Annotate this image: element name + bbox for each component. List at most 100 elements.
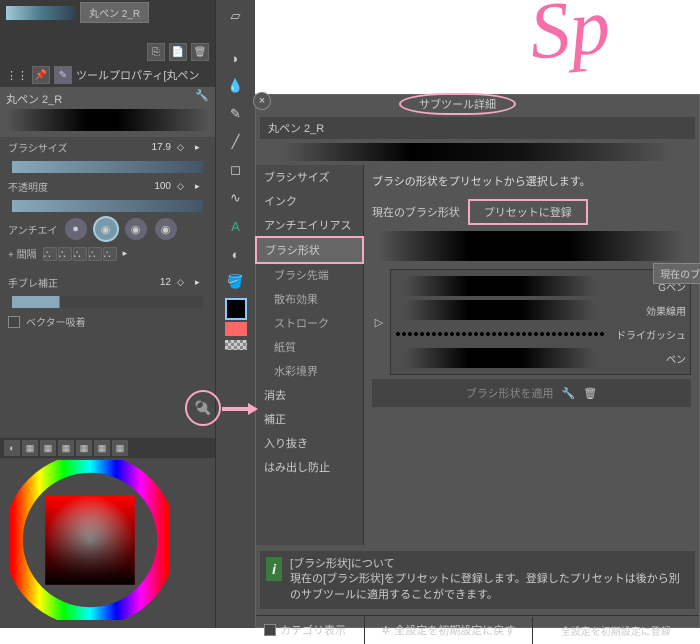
category-item[interactable]: インク [256, 189, 363, 213]
stepper-icon[interactable]: ◇ [177, 181, 189, 193]
stepper-icon[interactable]: ◇ [177, 142, 189, 154]
canvas-stroke-1: Sp [526, 0, 700, 88]
line-icon[interactable]: ╱ [224, 130, 248, 154]
eraser-tool-icon[interactable]: ▱ [224, 4, 248, 28]
category-description: ブラシの形状をプリセットから選択します。 [372, 173, 691, 189]
category-item[interactable]: 水彩境界 [256, 359, 363, 383]
category-item[interactable]: 散布効果 [256, 287, 363, 311]
delete-icon[interactable]: 🗑 [191, 43, 209, 61]
brush-name: 丸ペン 2_R [260, 117, 695, 139]
preset-item[interactable]: ドライガッシュ [395, 322, 686, 346]
brush-size-icon[interactable]: ◗ [224, 46, 248, 70]
category-item[interactable]: ブラシサイズ [256, 165, 363, 189]
pen-tool-icon[interactable]: ✎ [54, 66, 72, 84]
preset-list: Gペン 効果線用 ドライガッシュ ペン [390, 269, 691, 375]
brush-preview [260, 143, 695, 161]
aa-option-2[interactable]: ◉ [95, 218, 117, 240]
vector-snap-checkbox[interactable] [8, 316, 20, 328]
palette-icon[interactable]: ▦ [40, 440, 56, 456]
category-item[interactable]: 補正 [256, 407, 363, 431]
stabilize-slider[interactable] [12, 296, 203, 308]
dropdown-icon[interactable]: ▸ [195, 142, 207, 154]
detail-wrench-highlight[interactable] [185, 390, 221, 426]
new-icon[interactable]: ⎘ [147, 43, 165, 61]
grip-icon: ⋮⋮ [6, 69, 28, 82]
subtool-detail-panel: × サブツール詳細 丸ペン 2_R ブラシサイズ インク アンチエイリアス ブラ… [255, 94, 700, 628]
subtool-thumbnail[interactable] [6, 6, 76, 20]
antialias-label: アンチエイ [8, 222, 58, 237]
info-box: i [ブラシ形状]について 現在の[ブラシ形状]をプリセットに登録します。登録し… [260, 551, 695, 609]
category-item[interactable]: アンチエイリアス [256, 213, 363, 237]
current-shape-label: 現在のブラシ形状 [372, 204, 460, 220]
background-color[interactable] [225, 322, 247, 336]
panel-title: サブツール詳細 [399, 93, 516, 115]
pin-icon[interactable]: 📌 [32, 66, 50, 84]
opacity-value: 100 [154, 181, 171, 192]
stepper-icon[interactable]: ◇ [177, 277, 189, 289]
color-wheel[interactable] [10, 460, 170, 620]
preset-item[interactable]: ペン [395, 346, 686, 370]
dropdown-icon[interactable]: ▸ [195, 277, 207, 289]
category-show-label: カテゴリ表示 [280, 622, 346, 638]
preset-item[interactable]: Gペン [395, 274, 686, 298]
category-item[interactable]: 紙質 [256, 335, 363, 359]
info-body: 現在の[ブラシ形状]をプリセットに登録します。登録したプリセットは後から別のサブ… [290, 572, 689, 603]
color-wheel-icon[interactable]: ◐ [4, 440, 20, 456]
stabilize-value: 12 [160, 277, 171, 288]
preset-item[interactable]: 効果線用 [395, 298, 686, 322]
aa-option-3[interactable]: ◉ [125, 218, 147, 240]
foreground-color[interactable] [225, 298, 247, 320]
aa-option-4[interactable]: ◉ [155, 218, 177, 240]
info-icon: i [266, 557, 282, 581]
reset-all-button[interactable]: ✲全設定を初期設定に戻す [364, 616, 532, 644]
drop-icon[interactable]: 💧 [224, 74, 248, 98]
wrench-icon[interactable]: 🔧 [562, 387, 576, 400]
transparent-color[interactable] [225, 340, 247, 350]
category-item-selected[interactable]: ブラシ形状 [255, 236, 364, 264]
text-tool-icon[interactable]: A [224, 214, 248, 238]
category-item[interactable]: ストローク [256, 311, 363, 335]
brush-size-label: ブラシサイズ [8, 140, 68, 155]
opacity-label: 不透明度 [8, 179, 48, 194]
opacity-slider[interactable] [12, 200, 203, 212]
vector-snap-label: ベクター吸着 [26, 314, 86, 329]
shape-icon[interactable]: ◻ [224, 158, 248, 182]
category-show-checkbox[interactable] [264, 624, 276, 636]
category-item[interactable]: 入り抜き [256, 431, 363, 455]
palette-icon[interactable]: ▦ [94, 440, 110, 456]
palette-icon[interactable]: ▦ [112, 440, 128, 456]
aa-option-1[interactable]: ● [65, 218, 87, 240]
category-item[interactable]: ブラシ先端 [256, 263, 363, 287]
dropdown-icon[interactable]: ▸ [123, 248, 135, 260]
wrench-icon[interactable]: 🔧 [195, 89, 209, 102]
pen-icon[interactable]: ✎ [224, 102, 248, 126]
fill-icon[interactable]: 🪣 [224, 270, 248, 294]
info-title: [ブラシ形状]について [290, 557, 689, 572]
curve-icon[interactable]: ∿ [224, 186, 248, 210]
palette-icon[interactable]: ▦ [58, 440, 74, 456]
category-item[interactable]: はみ出し防止 [256, 455, 363, 479]
expand-icon[interactable]: ▷ [372, 269, 386, 375]
trash-icon[interactable]: 🗑 [583, 387, 597, 400]
category-item[interactable]: 消去 [256, 383, 363, 407]
apply-shape-button[interactable]: ブラシ形状を適用 [466, 385, 554, 401]
register-preset-button[interactable]: プリセットに登録 [468, 199, 588, 225]
copy-icon[interactable]: 📄 [169, 43, 187, 61]
tool-property-panel: 丸ペン 2_R ⎘ 📄 🗑 ⋮⋮ 📌 ✎ ツールプロパティ[丸ペン 丸ペン 2_… [0, 0, 215, 628]
spacing-label: + 間隔 [8, 246, 37, 261]
palette-icon[interactable]: ▦ [76, 440, 92, 456]
vertical-toolstrip: ▱ ◗ 💧 ✎ ╱ ◻ ∿ A ◐ 🪣 [215, 0, 255, 628]
gradient-icon[interactable]: ◐ [224, 242, 248, 266]
palette-icon[interactable]: ▦ [22, 440, 38, 456]
save-all-button[interactable]: 全設定を初期設定に登録 [532, 617, 700, 644]
subtool-tab[interactable]: 丸ペン 2_R [80, 2, 149, 23]
stroke-preview [6, 109, 209, 131]
current-shape-preview [372, 231, 691, 261]
brush-size-value: 17.9 [152, 142, 171, 153]
tooltip: 現在のブラシ形状 [653, 263, 700, 284]
dropdown-icon[interactable]: ▸ [195, 181, 207, 193]
panel-title: ツールプロパティ[丸ペン [76, 67, 199, 83]
brush-size-slider[interactable] [12, 161, 203, 173]
stabilize-label: 手ブレ補正 [8, 275, 58, 290]
spacing-options[interactable]: ∴∴∴∴∴ [43, 247, 117, 261]
